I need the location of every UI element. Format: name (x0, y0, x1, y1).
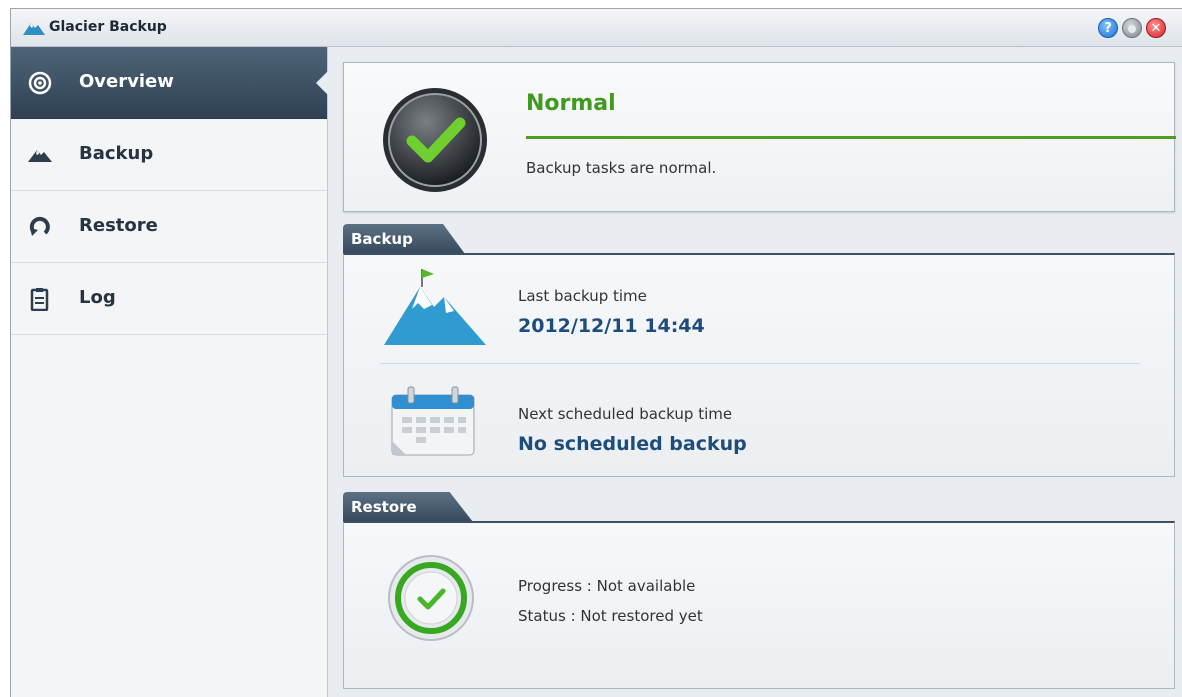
minimize-button[interactable] (1122, 18, 1142, 38)
sidebar-item-log[interactable]: Log (11, 263, 327, 335)
mountain-flag-icon (384, 269, 486, 345)
window-title: Glacier Backup (49, 19, 167, 35)
sidebar-item-restore[interactable]: Restore (11, 191, 327, 263)
restore-status: Status : Not restored yet (518, 607, 703, 625)
next-backup-label: Next scheduled backup time (518, 405, 733, 423)
status-card: Normal Backup tasks are normal. (343, 62, 1176, 212)
calendar-icon (391, 386, 475, 456)
sidebar-item-label: Restore (79, 215, 158, 236)
status-divider (526, 136, 1176, 139)
glacier-logo-icon (23, 23, 45, 35)
help-button[interactable]: ? (1098, 18, 1118, 38)
sidebar-item-label: Overview (79, 71, 174, 92)
section-divider (380, 363, 1140, 364)
restore-progress: Progress : Not available (518, 577, 696, 595)
restore-section: Progress : Not available Status : Not re… (343, 521, 1175, 689)
restore-icon (29, 216, 50, 236)
last-backup-label: Last backup time (518, 287, 647, 305)
sidebar-item-backup[interactable]: Backup (11, 119, 327, 191)
tab-restore: Restore (343, 492, 473, 522)
eye-icon (28, 71, 52, 95)
overview-panel: Normal Backup tasks are normal. Backup L… (329, 47, 1182, 697)
close-button[interactable]: ✕ (1146, 18, 1166, 38)
status-title: Normal (526, 91, 616, 116)
clipboard-icon (30, 288, 49, 311)
status-description: Backup tasks are normal. (526, 159, 717, 177)
sidebar-item-overview[interactable]: Overview (11, 47, 328, 119)
sidebar: Overview Backup Restore Log (11, 47, 328, 697)
restore-status-check-icon (388, 555, 474, 641)
sidebar-item-label: Log (79, 287, 116, 308)
last-backup-value: 2012/12/11 14:44 (518, 315, 705, 337)
check-badge-icon (383, 88, 487, 192)
glacier-backup-window: Glacier Backup ? ✕ Overview Backup Resto… (10, 8, 1182, 697)
backup-section: Last backup time 2012/12/11 14:44 Next s… (343, 253, 1175, 477)
next-backup-value: No scheduled backup (518, 433, 747, 455)
sidebar-item-label: Backup (79, 143, 154, 164)
tab-backup: Backup (343, 224, 465, 254)
minimize-icon (1128, 25, 1136, 33)
mountain-icon (28, 150, 52, 162)
title-bar: Glacier Backup ? ✕ (11, 9, 1182, 47)
